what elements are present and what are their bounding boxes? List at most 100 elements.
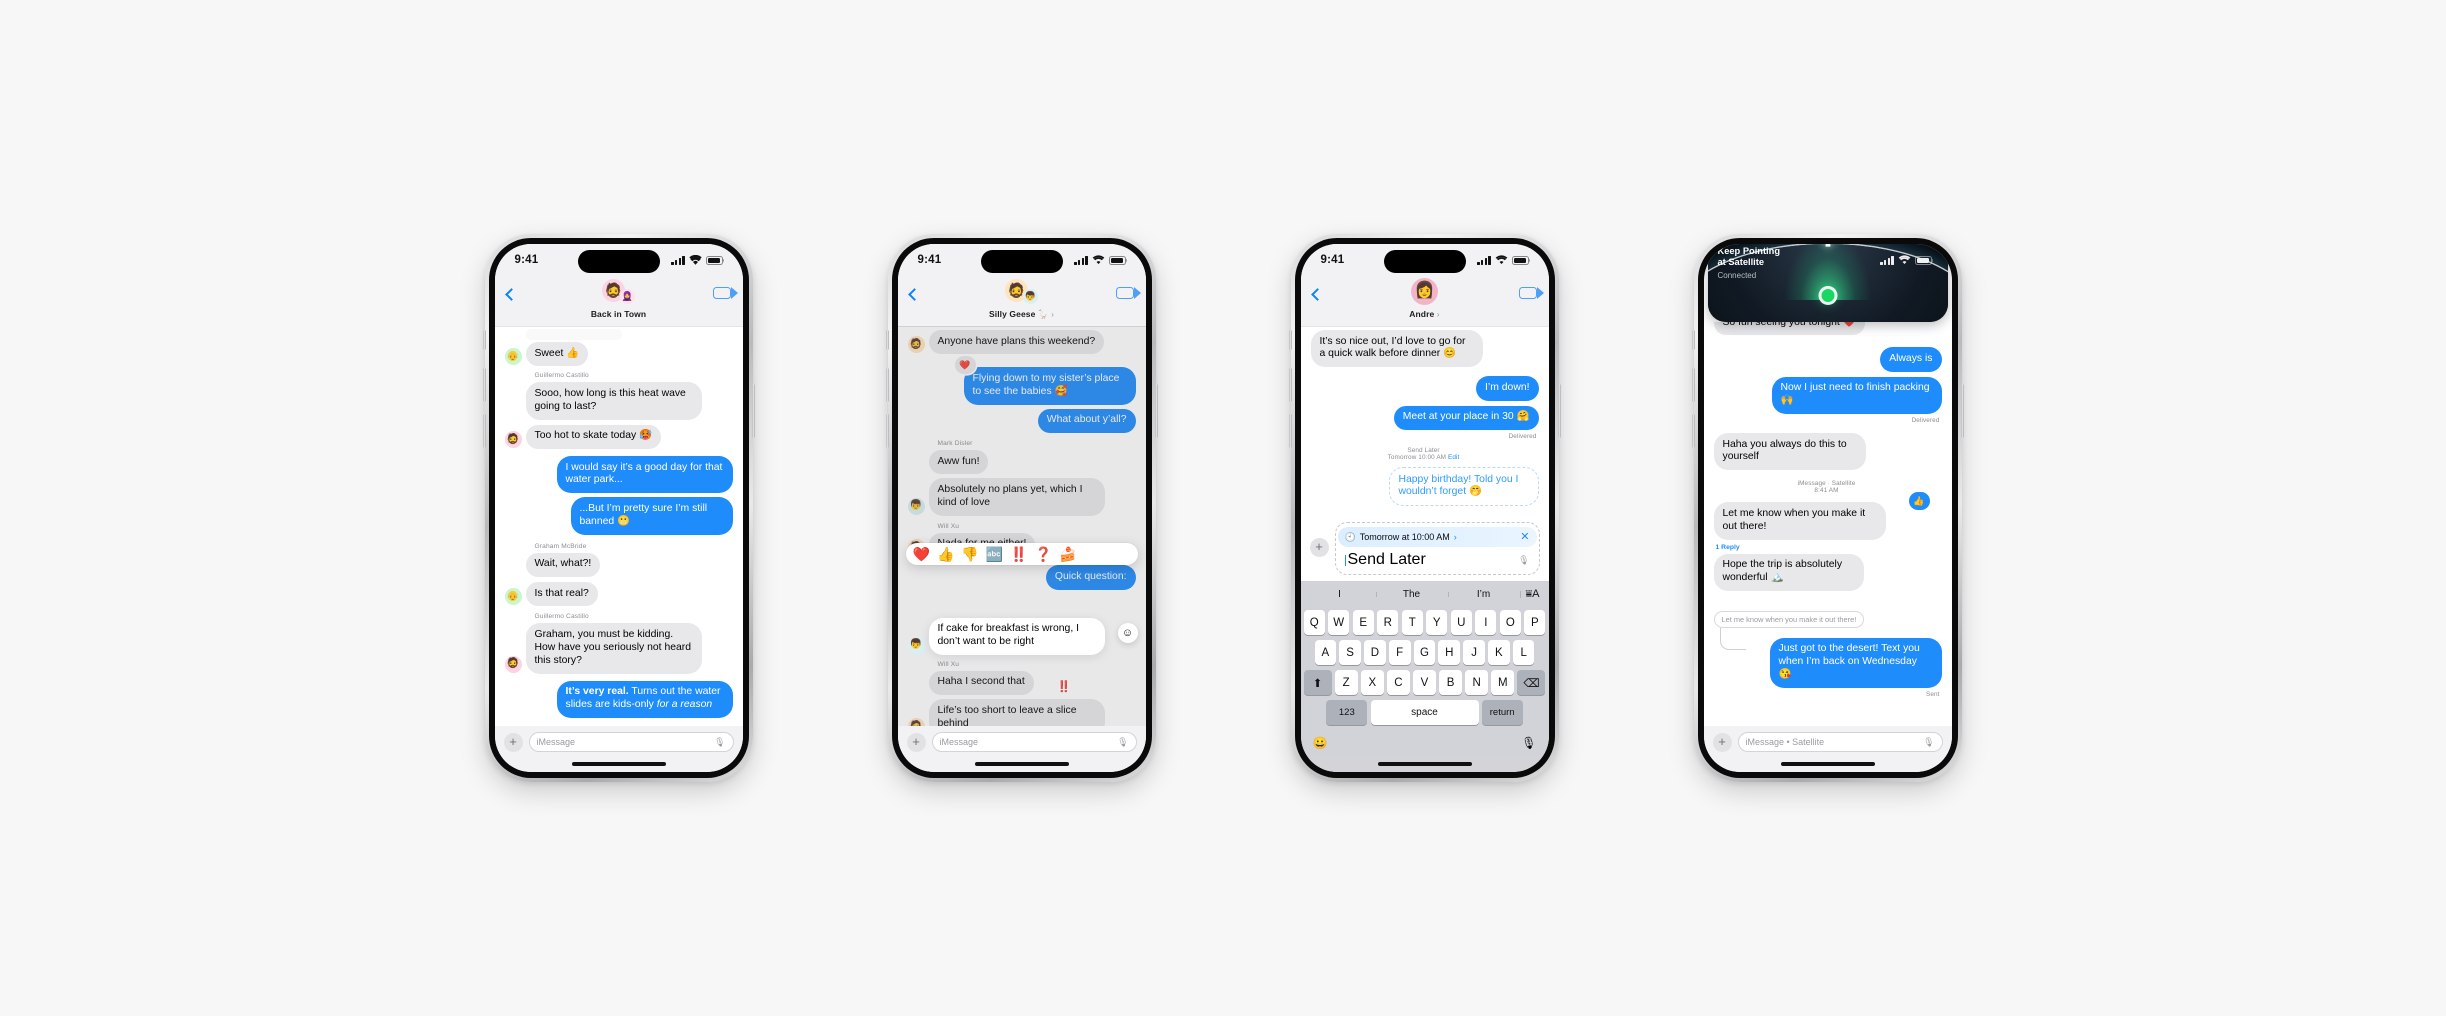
scheduled-time-chip[interactable]: 🕙 Tomorrow at 10:00 AM › ✕ bbox=[1337, 527, 1537, 547]
key-b[interactable]: B bbox=[1439, 670, 1463, 695]
avatar-group[interactable]: 🧔 🧕 bbox=[602, 274, 635, 308]
message-bubble[interactable]: I would say it’s a good day for that wat… bbox=[556, 456, 733, 494]
key-h[interactable]: H bbox=[1438, 640, 1461, 665]
volume-up-button[interactable] bbox=[1691, 368, 1695, 402]
key-f[interactable]: F bbox=[1388, 640, 1411, 665]
key-p[interactable]: P bbox=[1524, 610, 1546, 635]
tapback-option-haha-icon[interactable]: 🔤 bbox=[986, 547, 1003, 561]
reply-count[interactable]: 1 Reply bbox=[1716, 544, 1942, 551]
message-bubble[interactable]: Meet at your place in 30 🤗 bbox=[1393, 405, 1539, 431]
message-bubble[interactable]: I’m down! bbox=[1476, 376, 1539, 401]
key-c[interactable]: C bbox=[1386, 670, 1410, 695]
message-bubble[interactable]: Quick question: bbox=[1045, 565, 1136, 590]
volume-down-button[interactable] bbox=[885, 414, 889, 448]
power-button[interactable] bbox=[751, 384, 755, 438]
plus-icon[interactable]: + bbox=[503, 732, 523, 752]
key-z[interactable]: Z bbox=[1334, 670, 1358, 695]
key-o[interactable]: O bbox=[1499, 610, 1521, 635]
message-bubble[interactable]: Hope the trip is absolutely wonderful 🏔️ bbox=[1713, 553, 1864, 591]
message-bubble[interactable]: Let me know when you make it out there! bbox=[1713, 502, 1886, 540]
volume-up-button[interactable] bbox=[482, 368, 486, 402]
conversation-header[interactable]: 🧔 👦 Silly Geese 🪿 › bbox=[898, 274, 1146, 320]
avatar-group[interactable]: 🧔 👦 bbox=[1005, 274, 1038, 308]
silent-switch[interactable] bbox=[482, 330, 486, 350]
facetime-video-icon[interactable] bbox=[1115, 287, 1141, 299]
message-bubble[interactable]: Haha I second that bbox=[928, 670, 1034, 696]
conversation-header[interactable]: 🧔 🧕 Back in Town bbox=[495, 274, 743, 319]
message-bubble[interactable]: Anyone have plans this weekend? bbox=[928, 330, 1105, 355]
key-d[interactable]: D bbox=[1364, 640, 1386, 665]
microphone-icon[interactable]: 🎙 bbox=[1521, 736, 1536, 750]
message-bubble[interactable]: ❤️ Flying down to my sister’s place to s… bbox=[954, 356, 1136, 405]
conversation-header[interactable]: 👩 Andre › bbox=[1301, 274, 1549, 319]
message-bubble[interactable]: Is that real? bbox=[525, 582, 598, 607]
prediction-2[interactable]: The bbox=[1375, 589, 1448, 600]
volume-down-button[interactable] bbox=[482, 414, 486, 448]
message-bubble[interactable]: Always is bbox=[1880, 347, 1942, 372]
microphone-icon[interactable]: 🎙 bbox=[714, 737, 725, 747]
return-key[interactable]: return bbox=[1481, 700, 1523, 725]
volume-up-button[interactable] bbox=[885, 368, 889, 402]
message-input[interactable]: iMessage 🎙 bbox=[931, 732, 1137, 752]
message-thread[interactable]: It’s so nice out, I’d love to go for a q… bbox=[1300, 326, 1549, 507]
message-bubble[interactable]: Sweet 👍 bbox=[525, 342, 589, 367]
key-j[interactable]: J bbox=[1463, 640, 1485, 665]
key-w[interactable]: W bbox=[1328, 610, 1350, 635]
message-bubble[interactable]: It’s very real. Turns out the water slid… bbox=[556, 680, 733, 718]
key-u[interactable]: U bbox=[1450, 610, 1472, 635]
tapback-option-thumbsdown-icon[interactable]: 👎 bbox=[961, 547, 978, 561]
key-m[interactable]: M bbox=[1491, 670, 1515, 695]
plus-icon[interactable]: + bbox=[906, 732, 926, 752]
message-bubble[interactable]: Too hot to skate today 🥵 bbox=[525, 424, 661, 450]
key-t[interactable]: T bbox=[1401, 610, 1423, 635]
back-chevron-icon[interactable] bbox=[1310, 288, 1324, 301]
key-i[interactable]: I bbox=[1475, 610, 1497, 635]
power-button[interactable] bbox=[1557, 384, 1561, 438]
message-thread[interactable]: 🧔 Anyone have plans this weekend? ❤️ Fly… bbox=[897, 326, 1146, 726]
delete-icon[interactable]: ⌫ bbox=[1517, 670, 1546, 695]
message-bubble[interactable]: Life’s too short to leave a slice behind bbox=[928, 699, 1105, 726]
key-q[interactable]: Q bbox=[1303, 610, 1325, 635]
shift-icon[interactable]: ⬆ bbox=[1303, 670, 1332, 695]
microphone-icon[interactable]: 🎙 bbox=[1117, 737, 1128, 747]
avatar-group[interactable]: 👩 bbox=[1411, 274, 1438, 308]
scheduled-message-bubble[interactable]: Happy birthday! Told you I wouldn’t forg… bbox=[1388, 467, 1539, 507]
key-e[interactable]: E bbox=[1352, 610, 1374, 635]
microphone-icon[interactable]: 🎙 bbox=[1923, 737, 1934, 747]
message-bubble[interactable]: Aww fun! bbox=[928, 450, 989, 475]
keyboard[interactable]: I The I’m ⩸A Q W E R T Y U I O P A S D F… bbox=[1300, 581, 1549, 756]
volume-down-button[interactable] bbox=[1691, 414, 1695, 448]
message-bubble[interactable] bbox=[525, 328, 622, 340]
microphone-icon[interactable]: 🎙 bbox=[1518, 555, 1529, 565]
tapback-option-exclamation-icon[interactable]: ‼️ bbox=[1010, 547, 1027, 561]
text-format-icon[interactable]: ⩸A bbox=[1519, 588, 1546, 601]
back-chevron-icon[interactable] bbox=[504, 288, 518, 301]
prediction-1[interactable]: I bbox=[1304, 589, 1376, 600]
volume-up-button[interactable] bbox=[1288, 368, 1292, 402]
key-v[interactable]: V bbox=[1413, 670, 1436, 695]
message-bubble[interactable]: Now I just need to finish packing 🙌 bbox=[1771, 376, 1942, 415]
message-thread[interactable]: So fun seeing you tonight ❤️ Always is N… bbox=[1703, 322, 1952, 726]
tapback-exclamation-icon[interactable]: ‼️ bbox=[1054, 677, 1075, 695]
tapback-option-heart-icon[interactable]: ❤️ bbox=[913, 547, 930, 561]
message-input[interactable]: iMessage 🎙 bbox=[528, 732, 734, 752]
message-bubble[interactable]: Sooo, how long is this heat wave going t… bbox=[525, 382, 702, 420]
key-a[interactable]: A bbox=[1314, 640, 1337, 665]
key-r[interactable]: R bbox=[1377, 610, 1399, 635]
volume-down-button[interactable] bbox=[1288, 414, 1292, 448]
message-bubble[interactable]: Graham, you must be kidding. How have yo… bbox=[525, 623, 702, 674]
silent-switch[interactable] bbox=[1691, 330, 1695, 350]
plus-icon[interactable]: + bbox=[1712, 732, 1732, 752]
close-icon[interactable]: ✕ bbox=[1520, 531, 1529, 543]
back-chevron-icon[interactable] bbox=[907, 288, 921, 301]
emoji-icon[interactable]: 😀 bbox=[1313, 736, 1328, 750]
message-bubble[interactable]: Just got to the desert! Text you when I’… bbox=[1769, 637, 1942, 689]
message-input[interactable]: Send Later 🎙 bbox=[1338, 547, 1537, 570]
facetime-video-icon[interactable] bbox=[1518, 287, 1544, 299]
plus-icon[interactable]: + bbox=[1309, 537, 1329, 557]
key-y[interactable]: Y bbox=[1426, 610, 1448, 635]
message-bubble[interactable]: Absolutely no plans yet, which I kind of… bbox=[928, 478, 1105, 516]
message-input[interactable]: iMessage • Satellite 🎙 bbox=[1737, 732, 1943, 752]
key-s[interactable]: S bbox=[1339, 640, 1361, 665]
key-g[interactable]: G bbox=[1413, 640, 1436, 665]
